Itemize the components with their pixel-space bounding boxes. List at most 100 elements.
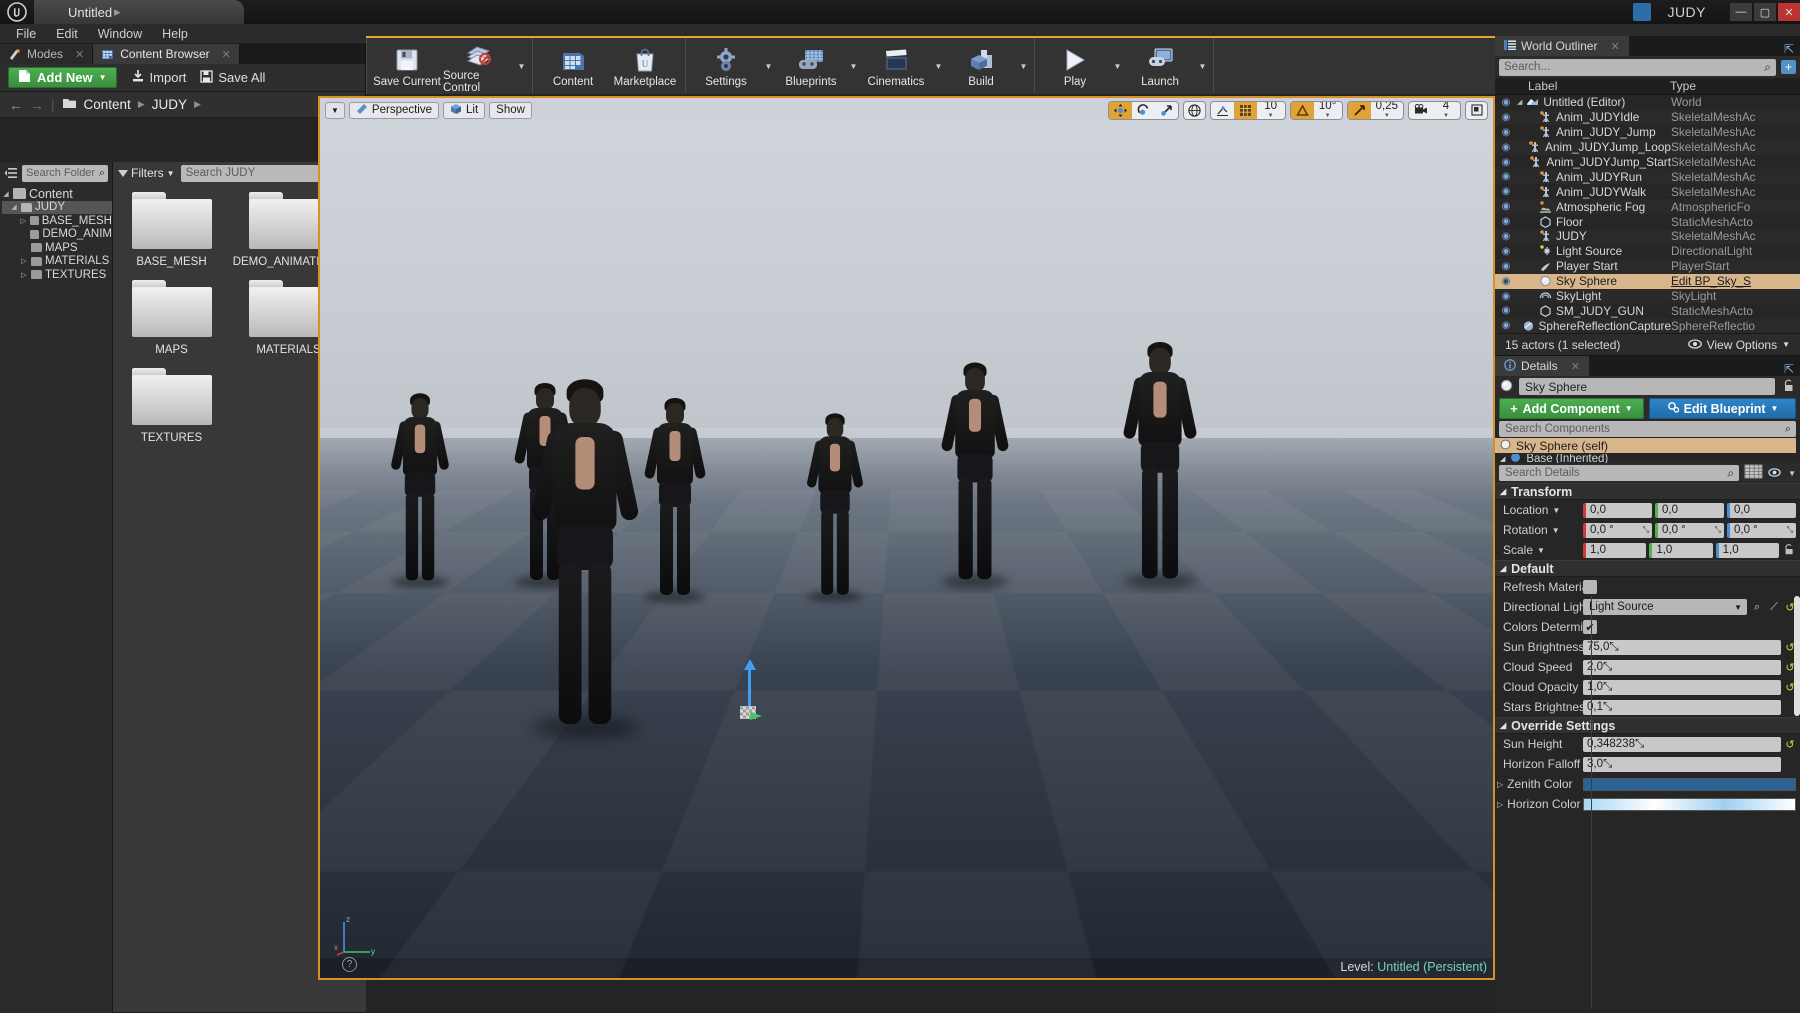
build-dropdown-icon[interactable]: ▼ <box>1017 38 1030 94</box>
cloud-speed-input[interactable]: 2,0 ⤡ <box>1583 659 1781 675</box>
outliner-row-anim-judyrun[interactable]: ◉ Anim_JUDYRun SkeletalMeshAc <box>1495 169 1800 185</box>
spin-icon[interactable]: ⤡ <box>1643 525 1649 535</box>
play-dropdown-icon[interactable]: ▼ <box>1111 38 1124 94</box>
scale-snap-value[interactable]: 0,25 ▼ <box>1371 102 1403 119</box>
scale-x-input[interactable]: 1,0 <box>1583 542 1647 558</box>
grid-snap-value[interactable]: 10 ▼ <box>1257 102 1285 119</box>
component-row-self[interactable]: Sky Sphere (self) <box>1495 438 1796 454</box>
sun-brightness-input[interactable]: 75,0 ⤡ <box>1583 639 1781 655</box>
menu-help[interactable]: Help <box>152 24 198 44</box>
outliner-row-judy[interactable]: ◉ JUDY SkeletalMeshAc <box>1495 229 1800 244</box>
content-button[interactable]: Content <box>537 38 609 94</box>
surface-snap-button[interactable] <box>1211 102 1234 119</box>
scale-lock-icon[interactable] <box>1782 543 1796 558</box>
browse-icon[interactable]: ⌕ <box>1750 601 1764 614</box>
tree-item-maps[interactable]: MAPS <box>2 241 112 255</box>
viewport-show-button[interactable]: Show <box>489 101 532 119</box>
spin-icon[interactable]: ⤡ <box>1609 641 1618 654</box>
scale-y-input[interactable]: 1,0 <box>1649 542 1713 558</box>
menu-file[interactable]: File <box>6 24 46 44</box>
tab-modes-close-icon[interactable]: ✕ <box>75 48 84 61</box>
outliner-row-player-start[interactable]: ◉ Player Start PlayerStart <box>1495 258 1800 274</box>
chevron-down-icon[interactable]: ▼ <box>1552 526 1560 535</box>
outliner-row-sky-sphere[interactable]: ◉ Sky Sphere Edit BP_Sky_S <box>1495 273 1800 289</box>
visibility-eye-icon[interactable]: ◉ <box>1495 127 1517 138</box>
camera-speed-icon[interactable] <box>1409 102 1432 119</box>
spin-icon[interactable]: ⤡ <box>1603 701 1612 714</box>
spin-icon[interactable]: ⤡ <box>1715 525 1721 535</box>
save-all-button[interactable]: Save All <box>200 69 265 86</box>
rotation-y-input[interactable]: 0,0 ° ⤡ <box>1655 522 1724 538</box>
visibility-eye-icon[interactable]: ◉ <box>1495 261 1517 272</box>
outliner-row-world[interactable]: ◉ ◢ Untitled (Editor) World <box>1495 95 1800 110</box>
actor-name-input[interactable]: Sky Sphere <box>1519 378 1775 396</box>
breadcrumb-item-content[interactable]: Content <box>84 97 131 112</box>
tab-world-outliner[interactable]: World Outliner ✕ <box>1495 36 1629 56</box>
cloud-opacity-input[interactable]: 1,0 ⤡ <box>1583 679 1781 695</box>
save-current-button[interactable]: Save Current <box>371 38 443 94</box>
horizon-falloff-input[interactable]: 3,0 ⤡ <box>1583 756 1781 772</box>
tree-item-base-mesh[interactable]: ▷ BASE_MESH <box>2 214 112 228</box>
maximize-button[interactable]: ▢ <box>1754 3 1776 21</box>
outliner-view-options-button[interactable]: View Options ▼ <box>1687 338 1790 352</box>
outliner-search-input[interactable]: Search... ⌕ <box>1499 58 1776 76</box>
asset-item[interactable]: TEXTURES <box>123 368 220 444</box>
source-control-dropdown-icon[interactable]: ▼ <box>515 38 528 94</box>
add-new-button[interactable]: Add New ▼ <box>8 67 117 88</box>
outliner-row-anim-judywalk[interactable]: ◉ Anim_JUDYWalk SkeletalMeshAc <box>1495 184 1800 199</box>
edit-blueprint-button[interactable]: Edit Blueprint ▼ <box>1649 398 1796 420</box>
directional-light-dropdown[interactable]: Light Source ▼ <box>1583 599 1747 616</box>
components-search-input[interactable]: Search Components ⌕ <box>1499 421 1796 438</box>
tree-caret-icon[interactable]: ▷ <box>20 271 28 279</box>
spin-icon[interactable]: ⤡ <box>1787 525 1793 535</box>
nav-back-icon[interactable]: ← <box>9 97 23 113</box>
level-viewport[interactable]: ▼ Perspective Lit Show 10 ▼ 10° ▼ 0,25 ▼… <box>318 96 1495 980</box>
camera-speed-value[interactable]: 4 ▼ <box>1432 102 1460 119</box>
rotation-x-input[interactable]: 0,0 ° ⤡ <box>1583 522 1652 538</box>
minimize-button[interactable]: — <box>1730 3 1752 21</box>
coordinate-system-button[interactable] <box>1182 100 1206 120</box>
import-button[interactable]: Import <box>131 69 186 86</box>
scale-z-input[interactable]: 1,0 <box>1715 542 1779 558</box>
tab-content-browser[interactable]: Content Browser ✕ <box>93 44 240 64</box>
expand-caret-icon[interactable]: ▷ <box>1497 800 1503 809</box>
tree-caret-icon[interactable]: ▷ <box>20 257 28 265</box>
translate-mode-button[interactable] <box>1108 101 1132 119</box>
outliner-row-anim-judyjump-start[interactable]: ◉ Anim_JUDYJump_Start SkeletalMeshAc <box>1495 155 1800 170</box>
colors-determined-checkbox[interactable]: ✔ <box>1583 620 1597 635</box>
scale-snap-toggle[interactable] <box>1347 101 1371 119</box>
angle-snap-value[interactable]: 10° ▼ <box>1314 102 1342 119</box>
outliner-row-skylight[interactable]: ◉ SkyLight SkyLight <box>1495 288 1800 304</box>
tab-details[interactable]: Details ✕ <box>1495 356 1589 377</box>
chevron-down-icon[interactable]: ▼ <box>1788 469 1796 478</box>
outliner-row-light-source[interactable]: ◉ Light Source DirectionalLight <box>1495 244 1800 259</box>
nav-forward-icon[interactable]: → <box>30 97 44 113</box>
build-button[interactable]: Build <box>945 38 1017 94</box>
help-icon[interactable]: ? <box>342 957 357 972</box>
viewport-options-button[interactable]: ▼ <box>325 101 345 119</box>
project-tab[interactable]: Untitled ▸ <box>34 0 244 24</box>
spin-icon[interactable]: ⤡ <box>1603 661 1612 674</box>
tree-item-judy[interactable]: ◢ JUDY <box>2 200 112 214</box>
launch-button[interactable]: Launch <box>1124 38 1196 94</box>
close-button[interactable]: ✕ <box>1778 3 1800 21</box>
section-default[interactable]: ◢ Default <box>1495 560 1800 578</box>
tab-content-browser-close-icon[interactable]: ✕ <box>222 48 231 61</box>
marketplace-button[interactable]: U Marketplace <box>609 38 681 94</box>
location-z-input[interactable]: 0,0 <box>1727 502 1796 518</box>
rotation-z-input[interactable]: 0,0 ° ⤡ <box>1727 522 1796 538</box>
pin-tab-icon[interactable]: ⇱ <box>1778 42 1800 56</box>
blueprints-button[interactable]: Blueprints <box>775 38 847 94</box>
outliner-row-anim-judyidle[interactable]: ◉ Anim_JUDYIdle SkeletalMeshAc <box>1495 109 1800 125</box>
visibility-eye-icon[interactable]: ◉ <box>1495 276 1517 287</box>
details-view-options-icon[interactable] <box>1768 466 1783 481</box>
visibility-eye-icon[interactable]: ◉ <box>1495 157 1517 168</box>
tree-caret-icon[interactable]: ▷ <box>20 217 27 225</box>
chevron-down-icon[interactable]: ▼ <box>1537 546 1545 555</box>
details-search-input[interactable]: Search Details ⌕ <box>1499 465 1740 482</box>
visibility-eye-icon[interactable]: ◉ <box>1495 97 1517 108</box>
zenith-color-swatch[interactable] <box>1583 777 1796 791</box>
collapse-tree-icon[interactable] <box>4 166 18 180</box>
maximize-viewport-button[interactable] <box>1465 100 1488 120</box>
column-label[interactable]: Label <box>1495 79 1670 93</box>
